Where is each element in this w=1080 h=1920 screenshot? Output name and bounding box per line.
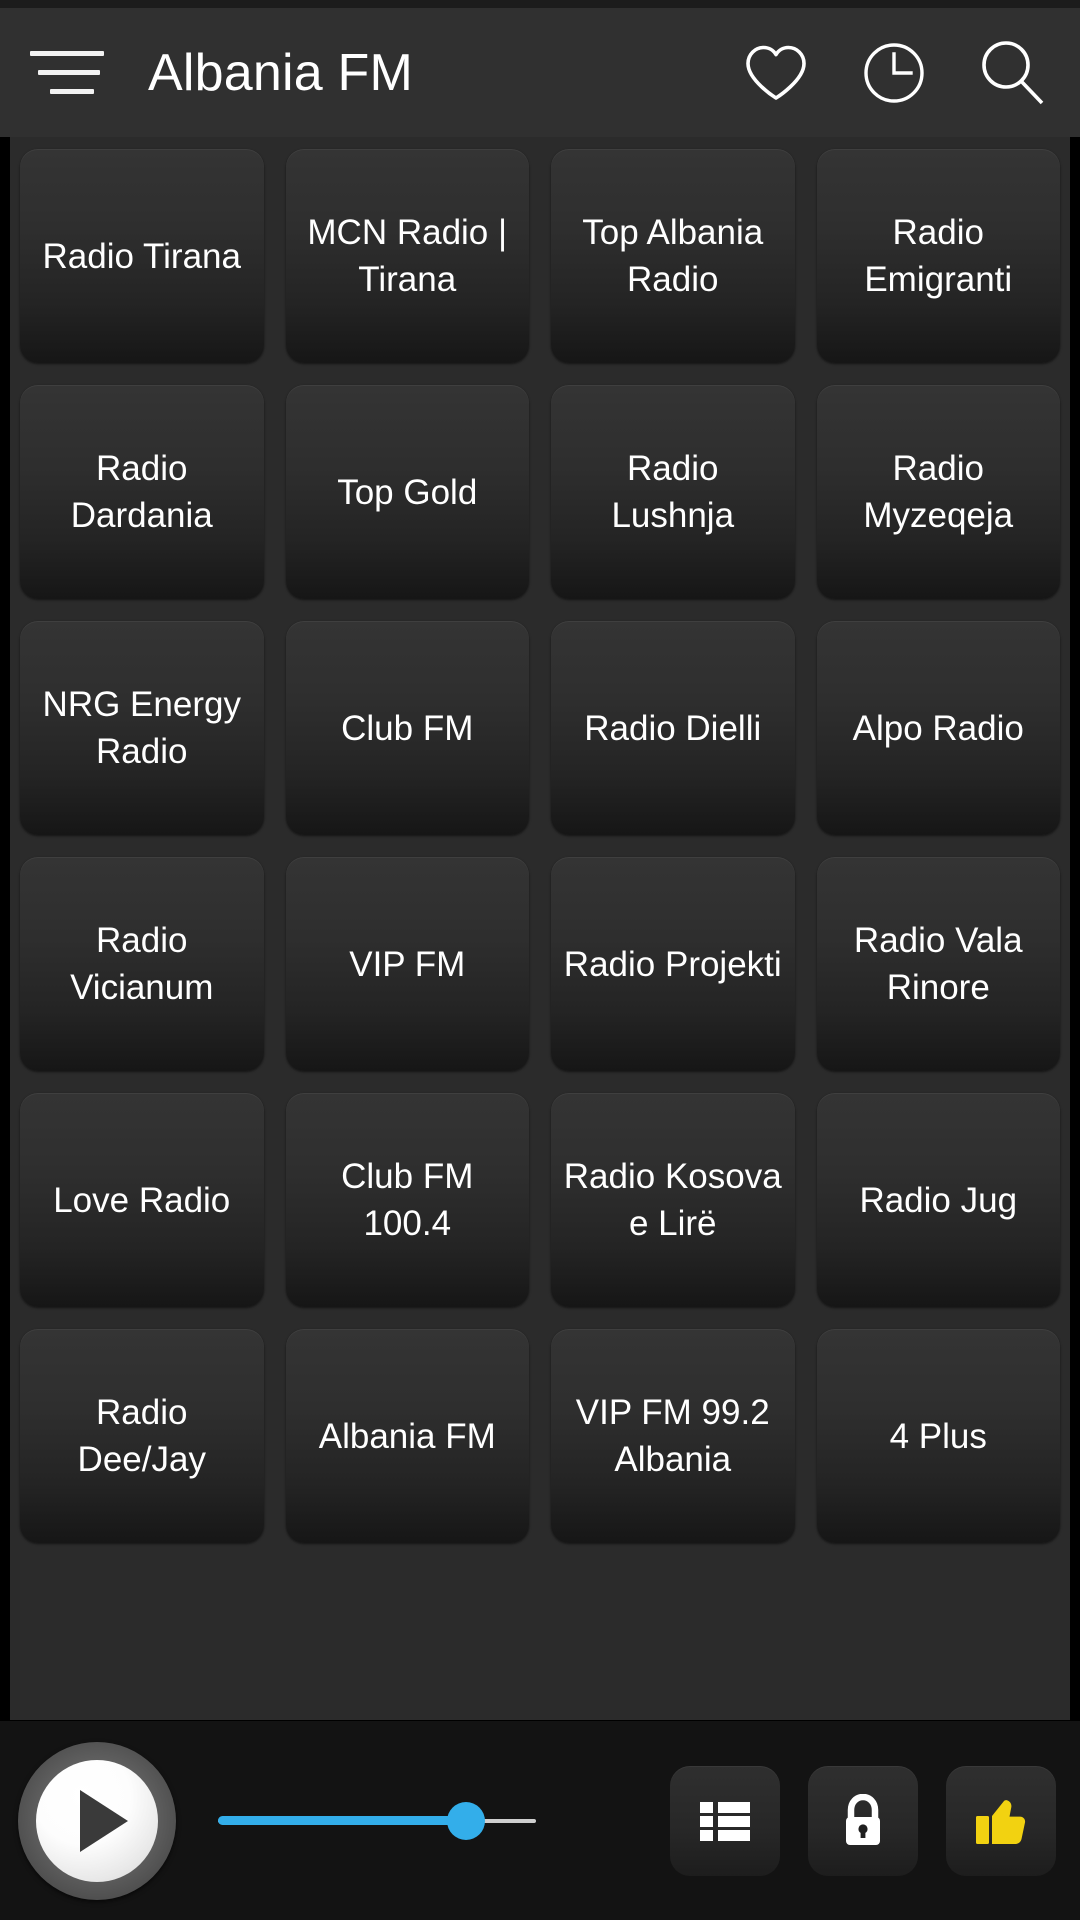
station-tile[interactable]: Radio Kosova e Lirë [551,1093,795,1307]
hamburger-line-1 [30,51,104,56]
station-tile[interactable]: Love Radio [20,1093,264,1307]
station-label: Radio Vala Rinore [853,921,1023,1007]
station-tile[interactable]: VIP FM [285,857,529,1071]
header-actions [730,27,1058,119]
playlist-button[interactable] [670,1765,780,1876]
play-button[interactable] [18,1741,176,1900]
station-label: Radio Tirana [42,236,241,276]
app-screen: Albania FM Radio Tirana MCN Radio | Tira… [0,0,1080,1920]
like-button[interactable] [946,1765,1056,1876]
station-tile[interactable]: Top Gold [285,385,529,599]
station-label: Radio Vicianum [70,921,214,1007]
search-icon [977,38,1047,108]
station-label: Radio Kosova e Lirë [563,1157,782,1243]
station-tile[interactable]: Radio Dielli [551,621,795,835]
volume-slider-fill [218,1816,467,1825]
station-label: Top Gold [337,472,478,512]
player-actions [670,1765,1056,1876]
station-label: NRG Energy Radio [42,685,241,771]
station-tile[interactable]: Radio Projekti [551,857,795,1071]
station-label: Radio Lushnja [611,449,735,535]
station-label: Club FM 100.4 [341,1157,474,1243]
station-label: Radio Dee/Jay [77,1393,206,1479]
play-icon [80,1789,128,1852]
hamburger-line-2 [38,70,100,75]
station-tile[interactable]: NRG Energy Radio [20,621,264,835]
player-bar [0,1720,1080,1920]
clock-icon [862,41,926,105]
lock-icon [839,1793,887,1848]
station-tile[interactable]: Radio Emigranti [816,149,1060,363]
station-tile[interactable]: Radio Vala Rinore [816,857,1060,1071]
station-tile[interactable]: Radio Jug [816,1093,1060,1307]
station-tile[interactable]: 4 Plus [816,1329,1060,1543]
station-tile[interactable]: Radio Vicianum [20,857,264,1071]
station-label: Love Radio [53,1180,231,1220]
station-tile[interactable]: VIP FM 99.2 Albania [551,1329,795,1543]
station-grid: Radio Tirana MCN Radio | Tirana Top Alba… [20,149,1060,1543]
station-label: Radio Dielli [584,708,762,748]
station-label: MCN Radio | Tirana [307,213,508,299]
app-header: Albania FM [0,0,1080,137]
station-tile[interactable]: Top Albania Radio [551,149,795,363]
station-tile[interactable]: Radio Tirana [20,149,264,363]
station-label: Top Albania Radio [582,213,764,299]
station-tile[interactable]: Radio Dee/Jay [20,1329,264,1543]
history-button[interactable] [848,27,940,119]
station-label: Radio Projekti [563,944,782,984]
volume-slider[interactable] [218,1801,536,1841]
page-title: Albania FM [148,43,413,102]
hamburger-line-3 [50,89,94,94]
station-label: Alpo Radio [852,708,1024,748]
station-label: Radio Emigranti [864,213,1013,299]
station-tile[interactable]: Albania FM [285,1329,529,1543]
list-icon [699,1799,751,1843]
station-label: Club FM [341,708,474,748]
station-label: Radio Jug [859,1180,1018,1220]
station-tile[interactable]: Alpo Radio [816,621,1060,835]
station-label: VIP FM 99.2 Albania [575,1393,770,1479]
station-label: Radio Dardania [70,449,213,535]
station-label: VIP FM [349,944,466,984]
station-label: Albania FM [318,1416,496,1456]
station-label: Radio Myzeqeja [863,449,1014,535]
station-grid-container[interactable]: Radio Tirana MCN Radio | Tirana Top Alba… [0,137,1080,1720]
station-tile[interactable]: MCN Radio | Tirana [285,149,529,363]
thumbs-up-icon [974,1795,1028,1847]
station-tile[interactable]: Club FM 100.4 [285,1093,529,1307]
favorites-button[interactable] [730,27,822,119]
lock-button[interactable] [808,1765,918,1876]
search-button[interactable] [966,27,1058,119]
volume-slider-thumb[interactable] [447,1801,486,1840]
play-button-inner [36,1759,158,1882]
station-tile[interactable]: Radio Myzeqeja [816,385,1060,599]
station-tile[interactable]: Radio Dardania [20,385,264,599]
heart-icon [744,44,808,102]
station-tile[interactable]: Radio Lushnja [551,385,795,599]
hamburger-menu-icon[interactable] [30,42,104,104]
station-label: 4 Plus [889,1416,987,1456]
station-tile[interactable]: Club FM [285,621,529,835]
